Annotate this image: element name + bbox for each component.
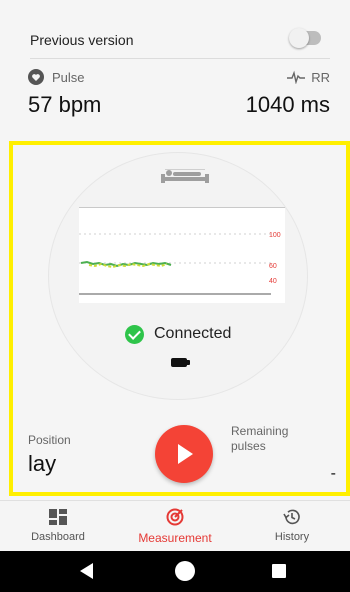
- position-value: lay: [28, 451, 57, 476]
- header-panel: Previous version Pulse RR 57 bpm 1040 ms: [0, 0, 350, 137]
- nav-dashboard[interactable]: Dashboard: [0, 501, 116, 552]
- lying-person-icon: [161, 169, 209, 183]
- remaining-pulses-label: Remaining pulses: [231, 424, 289, 453]
- back-icon: [80, 563, 93, 579]
- tick-label-100: 100: [269, 232, 281, 239]
- battery-icon: [171, 358, 190, 367]
- rr-label: RR: [311, 69, 330, 85]
- status-text: Connected: [154, 325, 232, 342]
- remaining-pulses-value: -: [330, 465, 336, 482]
- divider: [30, 58, 330, 59]
- home-button[interactable]: [154, 551, 214, 592]
- measurement-target-icon: [166, 508, 184, 526]
- tick-label-60: 60: [269, 263, 277, 270]
- pulse-value: 57 bpm: [28, 92, 102, 117]
- home-icon: [175, 561, 195, 581]
- play-icon: [178, 444, 193, 464]
- rr-value: 1040 ms: [245, 92, 330, 117]
- tick-label-40: 40: [269, 278, 277, 285]
- bottom-navigation: Dashboard Measurement History: [0, 500, 350, 551]
- pulse-label: Pulse: [52, 69, 85, 85]
- back-button[interactable]: [58, 551, 118, 592]
- rr-header: RR: [287, 68, 330, 86]
- nav-measurement-label: Measurement: [138, 531, 212, 545]
- dashboard-icon: [49, 509, 67, 525]
- app-screen: Previous version Pulse RR 57 bpm 1040 ms: [0, 0, 350, 592]
- history-icon: [283, 509, 300, 525]
- nav-history-label: History: [274, 531, 310, 543]
- toggle-knob: [289, 28, 309, 48]
- start-measurement-button[interactable]: [155, 425, 213, 483]
- heart-icon: [28, 69, 44, 85]
- previous-version-row[interactable]: Previous version: [30, 26, 325, 54]
- nav-history[interactable]: History: [234, 501, 350, 552]
- recents-button[interactable]: [249, 551, 309, 592]
- connection-status: Connected: [125, 323, 231, 345]
- ecg-wave-icon: [287, 70, 306, 84]
- check-circle-icon: [125, 324, 144, 344]
- pulse-trace-yellow: [88, 262, 168, 269]
- nav-dashboard-label: Dashboard: [31, 531, 85, 543]
- heart-rate-plot: 100 60 40: [79, 207, 285, 303]
- recents-icon: [272, 564, 286, 578]
- system-navigation-bar: [0, 551, 350, 592]
- position-label: Position: [28, 433, 71, 447]
- previous-version-label: Previous version: [30, 32, 134, 48]
- plot-canvas: 100 60 40: [79, 232, 281, 295]
- measurement-panel: 100 60 40 Connected Position lay Remaini…: [9, 141, 350, 496]
- pulse-header: Pulse: [28, 68, 85, 86]
- previous-version-toggle[interactable]: [289, 28, 321, 48]
- nav-measurement[interactable]: Measurement: [117, 501, 233, 552]
